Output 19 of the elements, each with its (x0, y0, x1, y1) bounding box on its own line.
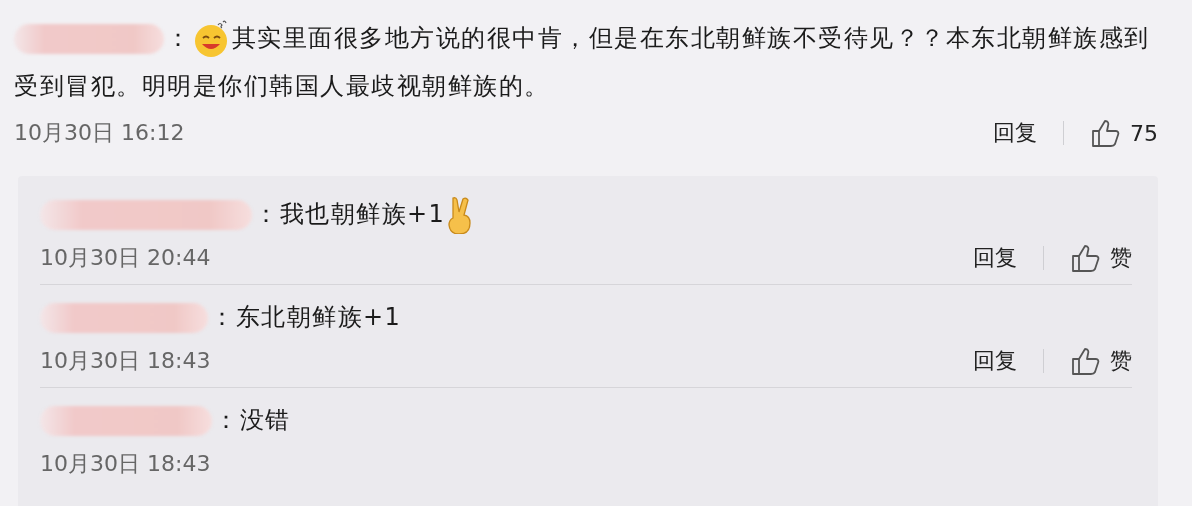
reply-button[interactable]: 回复 (993, 118, 1037, 148)
comment-text: ： (166, 24, 192, 52)
comment-text: 其实里面很多地方说的很中肯，但是在东北朝鲜族不受待见？？本东北朝鲜族感到 (231, 24, 1150, 52)
comment-text: 受到冒犯。明明是你们韩国人最歧视朝鲜族的。 (14, 71, 550, 102)
reply-button[interactable]: 回复 (973, 346, 1017, 376)
thumbs-up-icon (1070, 346, 1100, 376)
comment-date: 10月30日 16:12 (14, 119, 185, 147)
reply-date: 10月30日 18:43 (40, 347, 211, 375)
comment-text: ：我也朝鲜族+1 (254, 200, 446, 228)
like-button[interactable]: 75 (1090, 118, 1158, 148)
like-button[interactable]: 赞 (1070, 346, 1132, 376)
like-button[interactable]: 赞 (1070, 243, 1132, 273)
thumbs-up-icon (1090, 118, 1120, 148)
reply-date: 10月30日 20:44 (40, 244, 211, 272)
reply-button[interactable]: 回复 (973, 243, 1017, 273)
comment-text: ：没错 (214, 406, 291, 434)
reply-date: 10月30日 18:43 (40, 450, 211, 478)
comment-text: ：东北朝鲜族+1 (210, 303, 402, 331)
thumbs-up-icon (1070, 243, 1100, 273)
